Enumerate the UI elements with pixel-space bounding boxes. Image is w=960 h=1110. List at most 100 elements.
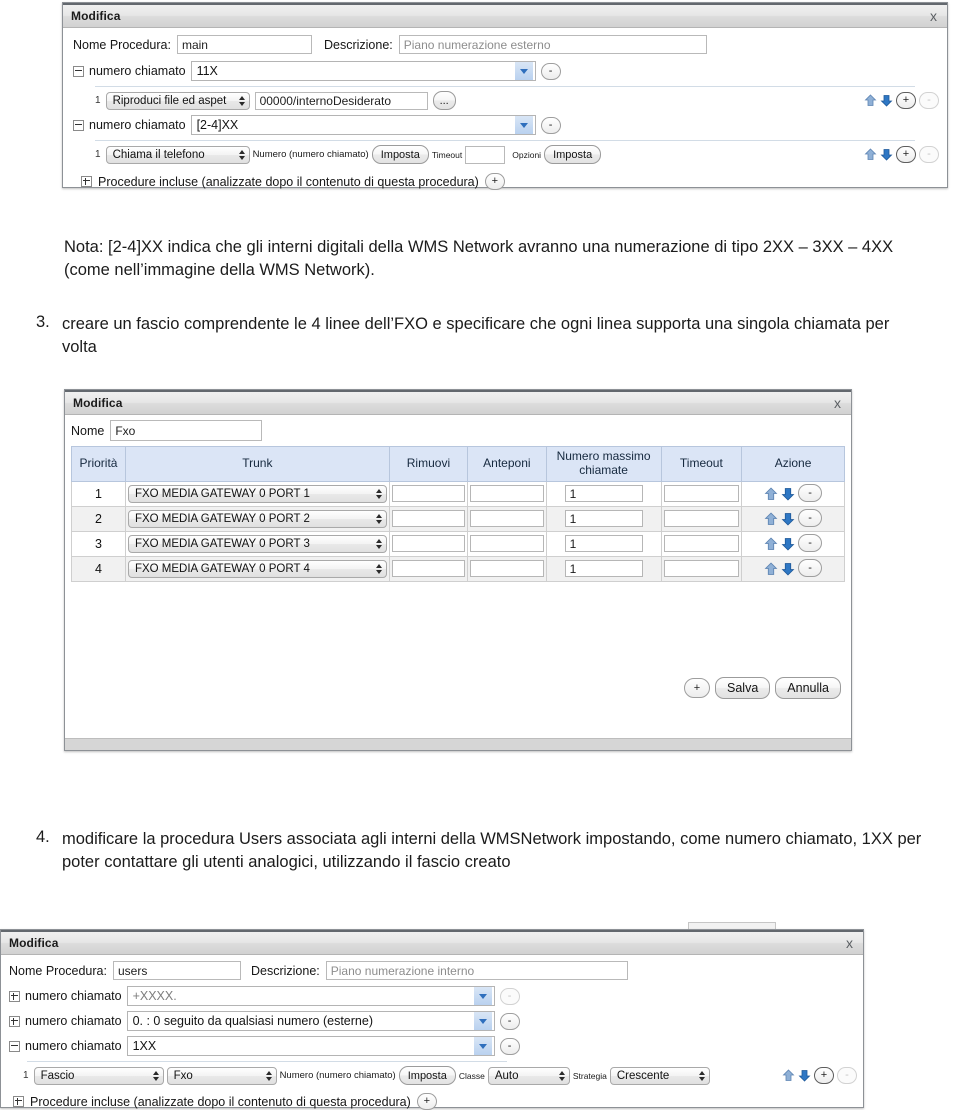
- action-1-remove-button[interactable]: -: [919, 92, 939, 109]
- tree-collapse-icon[interactable]: [73, 65, 84, 77]
- chevron-down-icon[interactable]: [514, 116, 533, 134]
- move-down-icon[interactable]: [781, 512, 795, 526]
- rimuovi-input[interactable]: [391, 510, 466, 528]
- action-2-timeout-input[interactable]: [465, 145, 506, 164]
- rule-1-pattern-select[interactable]: 11X: [190, 61, 536, 81]
- move-down-icon[interactable]: [781, 537, 795, 551]
- tree-expand-icon[interactable]: [13, 1096, 24, 1107]
- users-rule-3-pattern-select[interactable]: 1XX: [126, 1036, 495, 1056]
- action-2-type-select[interactable]: Chiama il telefono: [105, 145, 250, 164]
- cancel-button[interactable]: Annulla: [775, 677, 841, 699]
- included-procedures-add-button[interactable]: +: [484, 173, 505, 190]
- users-rule-2-remove-button[interactable]: -: [499, 1012, 520, 1030]
- users-rule-1-remove-button[interactable]: -: [499, 987, 520, 1005]
- rimuovi-input[interactable]: [391, 485, 466, 503]
- save-button[interactable]: Salva: [715, 677, 771, 699]
- max-chiamate-input[interactable]: 1: [564, 560, 643, 578]
- row-remove-button[interactable]: -: [798, 509, 823, 528]
- action-2-opzioni-imposta-button[interactable]: Imposta: [544, 145, 602, 164]
- action-1-argument-input[interactable]: 00000/internoDesiderato: [254, 91, 428, 110]
- rule-2-pattern-select[interactable]: [2-4]XX: [190, 115, 536, 135]
- procedure-name-input[interactable]: main: [176, 35, 312, 54]
- move-up-icon[interactable]: [764, 562, 778, 575]
- users-action-type-select[interactable]: Fascio: [33, 1066, 164, 1085]
- users-action-classe-select[interactable]: Auto: [487, 1066, 570, 1085]
- tree-expand-icon[interactable]: [81, 176, 92, 187]
- move-up-icon[interactable]: [864, 148, 877, 161]
- stepper-arrows-icon[interactable]: [238, 95, 245, 106]
- anteponi-input[interactable]: [470, 510, 544, 528]
- move-down-icon[interactable]: [781, 487, 795, 501]
- trunk-select[interactable]: FXO MEDIA GATEWAY 0 PORT 1: [127, 484, 387, 503]
- max-chiamate-input[interactable]: 1: [564, 535, 643, 553]
- stepper-arrows-icon[interactable]: [375, 513, 382, 524]
- users-rule-1-pattern-select[interactable]: +XXXX.: [126, 986, 495, 1006]
- stepper-arrows-icon[interactable]: [375, 563, 382, 574]
- description-input[interactable]: Piano numerazione esterno: [398, 35, 707, 54]
- stepper-arrows-icon[interactable]: [238, 149, 245, 160]
- chevron-down-icon[interactable]: [473, 987, 492, 1005]
- anteponi-input[interactable]: [470, 485, 544, 503]
- users-action-numero-imposta-button[interactable]: Imposta: [398, 1066, 456, 1085]
- move-up-icon[interactable]: [764, 512, 778, 525]
- timeout-input[interactable]: [663, 560, 740, 578]
- stepper-arrows-icon[interactable]: [152, 1070, 159, 1081]
- description-input[interactable]: Piano numerazione interno: [325, 961, 628, 980]
- move-up-icon[interactable]: [782, 1069, 795, 1082]
- trunk-select[interactable]: FXO MEDIA GATEWAY 0 PORT 2: [127, 509, 387, 528]
- action-1-browse-button[interactable]: ...: [432, 91, 456, 110]
- action-1-type-select[interactable]: Riproduci file ed aspet: [105, 91, 250, 110]
- users-action-strategia-select[interactable]: Crescente: [609, 1066, 710, 1085]
- trunk-select[interactable]: FXO MEDIA GATEWAY 0 PORT 3: [127, 534, 387, 553]
- action-2-numero-imposta-button[interactable]: Imposta: [371, 145, 429, 164]
- tree-collapse-icon[interactable]: [73, 119, 84, 131]
- anteponi-input[interactable]: [470, 560, 544, 578]
- rule-1-remove-button[interactable]: -: [540, 62, 561, 80]
- timeout-input[interactable]: [663, 535, 740, 553]
- move-down-icon[interactable]: [880, 94, 893, 107]
- rule-2-remove-button[interactable]: -: [540, 116, 561, 134]
- rimuovi-input[interactable]: [391, 560, 466, 578]
- action-2-remove-button[interactable]: -: [919, 146, 939, 163]
- users-action-add-button[interactable]: +: [814, 1067, 834, 1084]
- timeout-input[interactable]: [663, 510, 740, 528]
- users-action-trunk-select[interactable]: Fxo: [166, 1066, 277, 1085]
- action-1-add-button[interactable]: +: [896, 92, 916, 109]
- stepper-arrows-icon[interactable]: [265, 1070, 272, 1081]
- timeout-input[interactable]: [663, 485, 740, 503]
- tree-expand-icon[interactable]: [9, 990, 20, 1002]
- anteponi-input[interactable]: [470, 535, 544, 553]
- stepper-arrows-icon[interactable]: [698, 1070, 705, 1081]
- move-up-icon[interactable]: [764, 487, 778, 500]
- add-row-button[interactable]: +: [684, 678, 711, 698]
- trunk-select[interactable]: FXO MEDIA GATEWAY 0 PORT 4: [127, 559, 387, 578]
- max-chiamate-input[interactable]: 1: [564, 485, 643, 503]
- stepper-arrows-icon[interactable]: [375, 488, 382, 499]
- chevron-down-icon[interactable]: [514, 62, 533, 80]
- procedure-name-input[interactable]: users: [112, 961, 241, 980]
- trunk-name-input[interactable]: Fxo: [110, 420, 263, 441]
- row-remove-button[interactable]: -: [798, 559, 823, 578]
- users-rule-2-pattern-select[interactable]: 0. : 0 seguito da qualsiasi numero (este…: [126, 1011, 495, 1031]
- move-down-icon[interactable]: [880, 148, 893, 161]
- users-rule-3-remove-button[interactable]: -: [499, 1037, 520, 1055]
- close-icon[interactable]: x: [846, 936, 853, 950]
- tree-expand-icon[interactable]: [9, 1015, 20, 1027]
- rimuovi-input[interactable]: [391, 535, 466, 553]
- close-icon[interactable]: x: [930, 9, 937, 23]
- move-down-icon[interactable]: [798, 1069, 811, 1082]
- chevron-down-icon[interactable]: [473, 1012, 492, 1030]
- users-action-remove-button[interactable]: -: [837, 1067, 857, 1084]
- row-remove-button[interactable]: -: [798, 534, 823, 553]
- close-icon[interactable]: x: [834, 396, 841, 410]
- move-down-icon[interactable]: [781, 562, 795, 576]
- max-chiamate-input[interactable]: 1: [564, 510, 643, 528]
- tree-collapse-icon[interactable]: [9, 1040, 20, 1052]
- move-up-icon[interactable]: [864, 94, 877, 107]
- move-up-icon[interactable]: [764, 537, 778, 550]
- chevron-down-icon[interactable]: [473, 1037, 492, 1055]
- stepper-arrows-icon[interactable]: [375, 538, 382, 549]
- row-remove-button[interactable]: -: [798, 484, 823, 503]
- action-2-add-button[interactable]: +: [896, 146, 916, 163]
- stepper-arrows-icon[interactable]: [558, 1070, 565, 1081]
